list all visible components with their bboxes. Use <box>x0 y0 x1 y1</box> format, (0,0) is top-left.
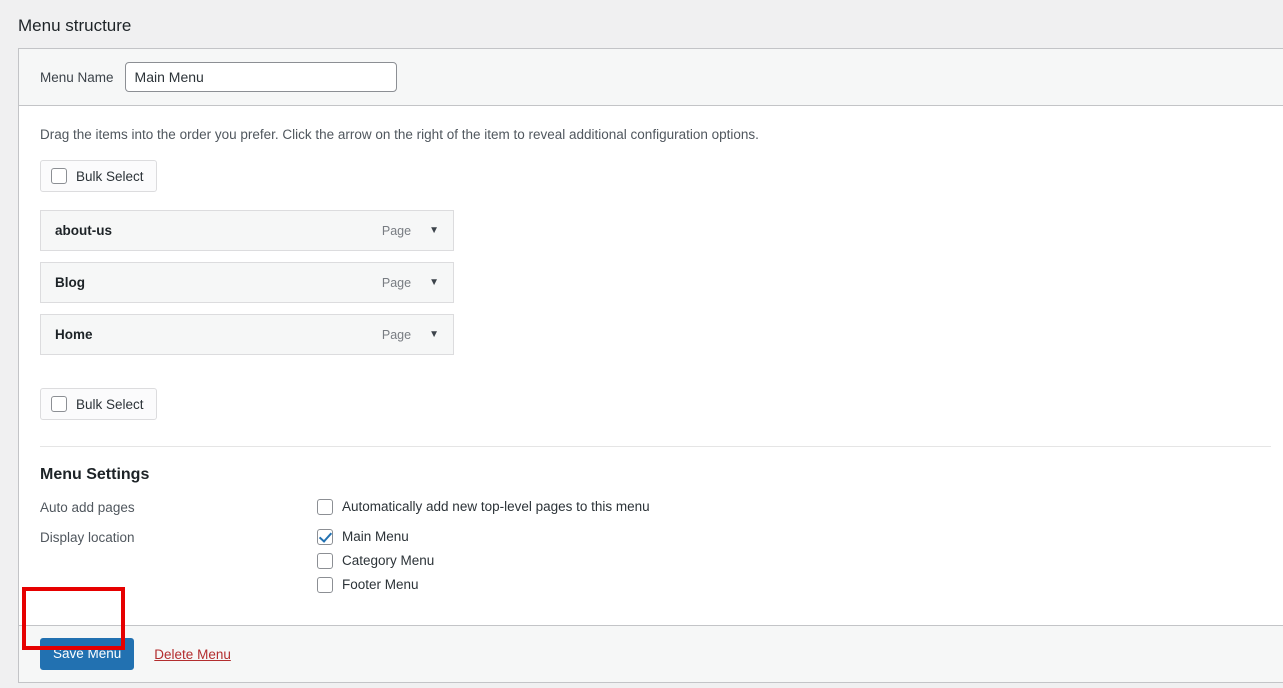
menu-editor-panel: Menu Name Drag the items into the order … <box>18 48 1283 683</box>
display-location-option-category-menu[interactable]: Category Menu <box>317 553 434 569</box>
menu-item-title: Home <box>55 327 382 342</box>
auto-add-pages-label: Auto add pages <box>40 499 317 515</box>
page-title: Menu structure <box>18 15 131 37</box>
bulk-select-top[interactable]: Bulk Select <box>40 160 157 192</box>
menu-structure-screen: Menu structure Menu Name Drag the items … <box>0 0 1283 688</box>
display-location-option-footer-menu[interactable]: Footer Menu <box>317 577 434 593</box>
menu-name-bar: Menu Name <box>19 49 1283 106</box>
display-location-option-label: Category Menu <box>342 553 434 569</box>
menu-item-list: about-us Page ▼ Blog Page ▼ Home Page ▼ <box>40 210 454 355</box>
menu-name-input[interactable] <box>125 62 397 92</box>
menu-item-row[interactable]: Blog Page ▼ <box>40 262 454 303</box>
display-location-label: Display location <box>40 529 317 545</box>
auto-add-pages-row: Auto add pages Automatically add new top… <box>40 499 1271 515</box>
chevron-down-icon[interactable]: ▼ <box>427 328 441 342</box>
menu-item-row[interactable]: about-us Page ▼ <box>40 210 454 251</box>
menu-item-title: about-us <box>55 223 382 238</box>
display-location-option-main-menu[interactable]: Main Menu <box>317 529 434 545</box>
display-location-row: Display location Main Menu Category Menu <box>40 529 1271 593</box>
menu-item-title: Blog <box>55 275 382 290</box>
chevron-down-icon[interactable]: ▼ <box>427 276 441 290</box>
display-location-checkbox-category-menu[interactable] <box>317 553 333 569</box>
auto-add-pages-option[interactable]: Automatically add new top-level pages to… <box>317 499 650 515</box>
menu-action-bar: Save Menu Delete Menu <box>19 625 1283 682</box>
auto-add-pages-option-label: Automatically add new top-level pages to… <box>342 499 650 515</box>
panel-body: Drag the items into the order you prefer… <box>19 106 1283 625</box>
delete-menu-link[interactable]: Delete Menu <box>154 647 231 662</box>
bulk-select-bottom-checkbox[interactable] <box>51 396 67 412</box>
bulk-select-bottom[interactable]: Bulk Select <box>40 388 157 420</box>
menu-item-type: Page <box>382 328 411 342</box>
save-menu-button[interactable]: Save Menu <box>40 638 134 670</box>
menu-settings-heading: Menu Settings <box>40 465 1271 485</box>
bulk-select-top-label: Bulk Select <box>76 169 144 184</box>
bulk-select-bottom-label: Bulk Select <box>76 397 144 412</box>
display-location-option-label: Main Menu <box>342 529 409 545</box>
menu-item-type: Page <box>382 224 411 238</box>
display-location-option-label: Footer Menu <box>342 577 419 593</box>
menu-name-label: Menu Name <box>40 70 114 85</box>
display-location-options: Main Menu Category Menu Footer Menu <box>317 529 434 593</box>
auto-add-pages-checkbox[interactable] <box>317 499 333 515</box>
drag-instructions: Drag the items into the order you prefer… <box>31 106 1271 144</box>
menu-item-row[interactable]: Home Page ▼ <box>40 314 454 355</box>
menu-item-type: Page <box>382 276 411 290</box>
bulk-select-top-checkbox[interactable] <box>51 168 67 184</box>
chevron-down-icon[interactable]: ▼ <box>427 224 441 238</box>
display-location-checkbox-footer-menu[interactable] <box>317 577 333 593</box>
auto-add-pages-options: Automatically add new top-level pages to… <box>317 499 650 515</box>
display-location-checkbox-main-menu[interactable] <box>317 529 333 545</box>
menu-settings-section: Menu Settings Auto add pages Automatical… <box>31 447 1271 625</box>
